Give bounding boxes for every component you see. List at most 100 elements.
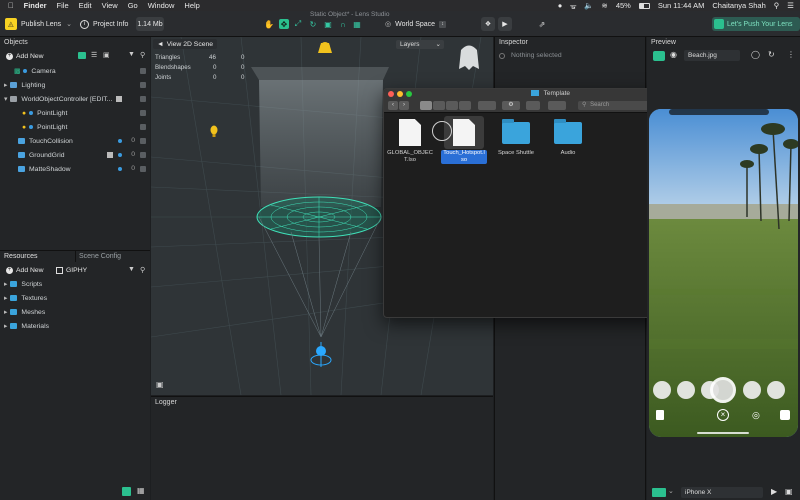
action-gear-button[interactable]: ⚙ bbox=[502, 101, 520, 110]
object-row-worldobjectcontroller[interactable]: ▾ WorldObjectController [EDIT... bbox=[0, 92, 150, 106]
hand-tool-icon[interactable]: ✋ bbox=[264, 19, 274, 29]
enable-checkbox[interactable] bbox=[140, 166, 146, 172]
person-icon[interactable]: ◉ bbox=[670, 50, 677, 59]
preview-device-icon[interactable] bbox=[652, 488, 666, 497]
grid-snap-icon[interactable]: ▦ bbox=[352, 19, 362, 29]
enable-checkbox[interactable] bbox=[140, 82, 146, 88]
stack-icon[interactable]: ▣ bbox=[103, 51, 110, 59]
capture-button[interactable] bbox=[710, 377, 736, 403]
volume-icon[interactable]: 🔈 bbox=[584, 1, 593, 10]
user-name[interactable]: Chaitanya Shah bbox=[712, 1, 765, 10]
expand-chevron-icon[interactable]: ▸ bbox=[4, 294, 7, 302]
file-global-object[interactable]: GLOBAL_OBJECT.lso bbox=[384, 119, 436, 164]
gallery-view-button[interactable] bbox=[459, 101, 471, 110]
move-tool-icon[interactable]: ✥ bbox=[279, 19, 289, 29]
close-lens-icon[interactable]: × bbox=[717, 409, 729, 421]
menu-edit[interactable]: Edit bbox=[79, 1, 92, 10]
apple-icon[interactable]:  bbox=[8, 1, 14, 10]
back-button[interactable]: ‹ bbox=[388, 101, 398, 110]
objects-list-icon[interactable] bbox=[78, 52, 86, 59]
folder-space-shuttle[interactable]: Space Shuttle bbox=[490, 119, 542, 156]
file-touch-hotspot[interactable]: Touch_Hotspot.lso bbox=[432, 116, 490, 164]
menu-file[interactable]: File bbox=[57, 1, 69, 10]
push-lens-button[interactable]: Let's Push Your Lens bbox=[712, 17, 800, 31]
enable-checkbox[interactable] bbox=[140, 96, 146, 102]
resource-folder-textures[interactable]: ▸ Textures bbox=[0, 291, 150, 305]
collapse-chevron-icon[interactable]: ▾ bbox=[4, 95, 7, 103]
video-camera-icon[interactable]: ▶ bbox=[771, 487, 777, 496]
objects-search-icon[interactable]: ⚲ bbox=[140, 51, 145, 59]
objects-add-new-button[interactable]: + Add New bbox=[2, 51, 48, 62]
enable-checkbox[interactable] bbox=[140, 152, 146, 158]
group-button[interactable] bbox=[478, 101, 496, 110]
minimize-button[interactable] bbox=[397, 91, 403, 97]
folder-audio[interactable]: Audio bbox=[542, 119, 594, 156]
close-button[interactable] bbox=[388, 91, 394, 97]
refresh-icon[interactable]: ↻ bbox=[768, 50, 775, 59]
enable-checkbox[interactable] bbox=[140, 110, 146, 116]
object-row-pointlight-2[interactable]: ● PointLight bbox=[0, 120, 150, 134]
camera-mode-icon[interactable] bbox=[653, 51, 665, 61]
preview-media-dropdown[interactable]: Beach.jpg bbox=[684, 50, 740, 61]
resource-folder-materials[interactable]: ▸ Materials bbox=[0, 319, 150, 333]
menu-help[interactable]: Help bbox=[184, 1, 199, 10]
filter-icon[interactable]: ▼ bbox=[128, 51, 135, 58]
chevron-down-icon[interactable]: ⌄ bbox=[668, 487, 674, 495]
mute-icon[interactable]: ◯ bbox=[751, 50, 760, 59]
resource-folder-scripts[interactable]: ▸ Scripts bbox=[0, 277, 150, 291]
column-view-button[interactable] bbox=[446, 101, 458, 110]
list-view-button[interactable] bbox=[433, 101, 445, 110]
object-row-pointlight-1[interactable]: ● PointLight bbox=[0, 106, 150, 120]
lens-carousel-item[interactable] bbox=[677, 381, 695, 399]
memories-icon[interactable] bbox=[656, 410, 664, 420]
add-resource-icon[interactable] bbox=[122, 487, 131, 496]
view-2d-scene-button[interactable]: ◄ View 2D Scene bbox=[153, 39, 218, 49]
bluetooth-icon[interactable]: ᚗ bbox=[570, 1, 576, 10]
external-link-icon[interactable]: ⇗ bbox=[537, 19, 547, 29]
enable-checkbox[interactable] bbox=[140, 124, 146, 130]
magnet-icon[interactable]: ∩ bbox=[338, 19, 348, 29]
search-icon[interactable]: ⚲ bbox=[774, 1, 780, 10]
menu-window[interactable]: Window bbox=[148, 1, 175, 10]
expand-chevron-icon[interactable]: ▸ bbox=[4, 280, 7, 288]
icon-view-button[interactable] bbox=[420, 101, 432, 110]
share-toggle-button[interactable]: ▶ bbox=[498, 17, 512, 31]
phone-preview-screen[interactable]: × ◎ bbox=[649, 109, 798, 437]
expand-chevron-icon[interactable]: ▸ bbox=[4, 81, 7, 89]
tab-scene-config[interactable]: Scene Config bbox=[79, 253, 121, 260]
publish-lens-button[interactable]: ◬ Publish Lens ⌄ bbox=[5, 17, 73, 31]
lens-explore-icon[interactable]: ◎ bbox=[752, 410, 760, 421]
zoom-button[interactable] bbox=[406, 91, 412, 97]
object-row-lighting[interactable]: ▸ Lighting bbox=[0, 78, 150, 92]
battery-icon[interactable] bbox=[638, 2, 650, 9]
filter-icon[interactable]: ▼ bbox=[128, 266, 135, 273]
forward-button[interactable]: › bbox=[399, 101, 409, 110]
tag-button[interactable] bbox=[548, 101, 566, 110]
device-dropdown[interactable]: iPhone X bbox=[681, 487, 763, 498]
screenshot-icon[interactable]: ▣ bbox=[785, 487, 793, 496]
rotate-tool-icon[interactable]: ↻ bbox=[308, 19, 318, 29]
expand-chevron-icon[interactable]: ▸ bbox=[4, 308, 7, 316]
rect-tool-icon[interactable]: ▣ bbox=[323, 19, 333, 29]
tab-resources[interactable]: Resources bbox=[4, 253, 37, 260]
menu-view[interactable]: View bbox=[102, 1, 118, 10]
battery-percent[interactable]: 45% bbox=[616, 1, 631, 10]
resources-add-new-button[interactable]: + Add New bbox=[2, 265, 48, 276]
object-row-groundgrid[interactable]: GroundGrid 0 bbox=[0, 148, 150, 162]
share-button[interactable] bbox=[526, 101, 540, 110]
menu-go[interactable]: Go bbox=[128, 1, 138, 10]
lens-carousel-item[interactable] bbox=[653, 381, 671, 399]
layers-icon[interactable]: ☰ bbox=[91, 51, 97, 59]
expand-chevron-icon[interactable]: ▸ bbox=[4, 322, 7, 330]
object-row-camera[interactable]: ▩ Camera bbox=[0, 64, 150, 78]
lens-carousel-item[interactable] bbox=[767, 381, 785, 399]
project-info-button[interactable]: i Project Info bbox=[80, 17, 133, 31]
resource-folder-meshes[interactable]: ▸ Meshes bbox=[0, 305, 150, 319]
wifi-icon[interactable]: ≋ bbox=[602, 1, 608, 10]
camera-flip-icon[interactable] bbox=[780, 410, 790, 420]
giphy-button[interactable]: GIPHY bbox=[52, 265, 91, 276]
menu-list-icon[interactable]: ☰ bbox=[787, 1, 794, 10]
lens-carousel-item[interactable] bbox=[743, 381, 761, 399]
scale-tool-icon[interactable]: ⤢ bbox=[293, 19, 303, 29]
enable-checkbox[interactable] bbox=[140, 68, 146, 74]
